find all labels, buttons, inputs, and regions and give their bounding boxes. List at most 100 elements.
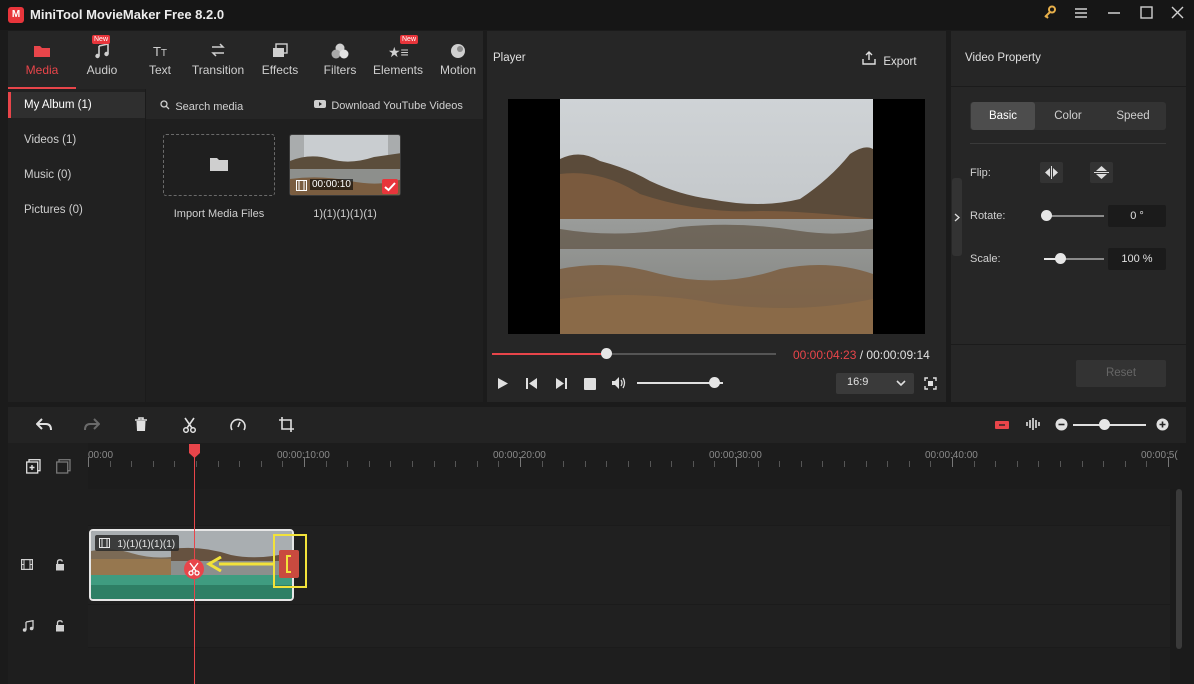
fullscreen-icon [924,377,937,390]
ruler-tick [973,461,975,467]
download-youtube-button[interactable]: Download YouTube Videos [314,98,463,112]
ruler-tick [498,461,500,467]
audio-waveform-button[interactable] [1026,417,1040,434]
playback-progress-handle[interactable] [601,348,612,359]
folder-icon [209,156,229,175]
film-icon [99,536,110,552]
library-item-my-album[interactable]: My Album (1) [8,92,145,118]
redo-button[interactable] [84,418,101,435]
search-media-label: Search media [175,101,244,113]
zoom-slider-handle[interactable] [1099,419,1110,430]
library-item-music[interactable]: Music (0) [8,162,145,188]
export-icon [862,51,879,68]
clip-trim-handle[interactable] [279,550,299,578]
library-item-pictures[interactable]: Pictures (0) [8,197,145,223]
current-time: 00:00:04:23 [793,348,857,362]
check-icon[interactable] [382,179,398,194]
next-frame-button[interactable] [555,377,567,393]
fit-timeline-button[interactable] [992,417,1012,433]
tab-audio[interactable]: New Audio [74,31,130,89]
add-track-icon [26,459,41,474]
library-item-videos[interactable]: Videos (1) [8,127,145,153]
remove-track-button[interactable] [56,459,71,477]
tab-basic[interactable]: Basic [971,102,1035,130]
tab-effects[interactable]: Effects [252,31,308,89]
timeline-ruler[interactable]: 00:00 00:00:10:00 00:00:20:00 00:00:30:0… [88,443,1180,489]
prev-frame-button[interactable] [526,377,538,393]
media-toolbar: Media New Audio TT Text Transition Effec… [8,31,483,89]
timeline-scrollbar[interactable] [1176,489,1182,649]
ruler-label: 00:00 [88,450,114,461]
import-media-label: Import Media Files [173,208,265,220]
undo-button[interactable] [35,418,52,435]
scale-slider-handle[interactable] [1055,253,1066,264]
crop-button[interactable] [279,417,294,435]
ruler-tick [800,461,802,467]
media-clip-thumbnail[interactable]: 00:00:10 [289,134,401,196]
aspect-ratio-select[interactable]: 16:9 [836,373,914,394]
tab-speed[interactable]: Speed [1101,102,1165,130]
split-button[interactable] [182,417,197,436]
tab-color[interactable]: Color [1037,102,1099,130]
unlock-icon [56,620,64,632]
divider [951,86,1186,87]
zoom-out-button[interactable] [1055,418,1068,434]
ruler-tick [671,461,673,467]
split-at-playhead-button[interactable] [184,559,204,579]
ruler-tick [1168,457,1169,467]
close-icon[interactable] [1167,5,1187,25]
search-media-button[interactable]: Search media [160,99,243,113]
flip-vertical-button[interactable] [1090,162,1113,183]
music-icon [92,43,112,61]
remove-track-icon [56,459,71,474]
ruler-tick [995,461,997,467]
zoom-in-button[interactable] [1156,418,1169,434]
speed-button[interactable] [230,417,246,436]
ruler-tick [865,461,867,467]
volume-button[interactable] [611,376,627,393]
tab-transition[interactable]: Transition [188,31,248,89]
tab-filters[interactable]: Filters [312,31,368,89]
playhead-handle[interactable] [189,444,200,458]
audio-track-lock-button[interactable] [55,620,65,635]
audio-track[interactable] [88,605,1170,647]
key-icon[interactable] [1040,5,1060,25]
export-button[interactable]: Export [862,51,917,68]
add-track-button[interactable] [26,459,41,477]
play-button[interactable] [497,377,509,393]
menu-icon[interactable] [1071,5,1091,25]
unlock-icon [56,559,64,571]
filters-icon [330,43,350,61]
ruler-tick [952,457,953,467]
stop-button[interactable] [584,378,596,393]
panel-collapse-handle[interactable] [952,178,962,256]
ruler-tick [844,461,845,467]
scale-label: Scale: [970,253,1001,265]
undo-icon [35,418,52,431]
tab-media[interactable]: Media [8,31,76,89]
flip-horizontal-button[interactable] [1040,162,1063,183]
import-media-box[interactable] [163,134,275,196]
rotate-value[interactable]: 0 ° [1108,205,1166,227]
tab-text[interactable]: TT Text [132,31,188,89]
tab-text-label: Text [148,63,171,77]
rotate-slider-track[interactable] [1044,215,1104,217]
fullscreen-button[interactable] [924,377,937,393]
scale-value[interactable]: 100 % [1108,248,1166,270]
chevron-right-icon [954,211,960,225]
reset-button[interactable]: Reset [1076,360,1166,387]
maximize-icon[interactable] [1136,5,1156,25]
video-frame-image [560,99,873,334]
elements-icon: ★≡ [388,44,409,60]
ruler-tick [325,461,327,467]
export-label: Export [883,56,917,68]
volume-handle[interactable] [709,377,720,388]
ruler-tick [239,461,241,467]
tab-elements[interactable]: New ★≡ Elements [370,31,426,89]
delete-button[interactable] [134,417,148,435]
minimize-icon[interactable] [1104,5,1124,25]
motion-icon [448,43,468,61]
rotate-slider-handle[interactable] [1041,210,1052,221]
tab-motion[interactable]: Motion [432,31,484,89]
video-track-lock-button[interactable] [55,559,65,574]
